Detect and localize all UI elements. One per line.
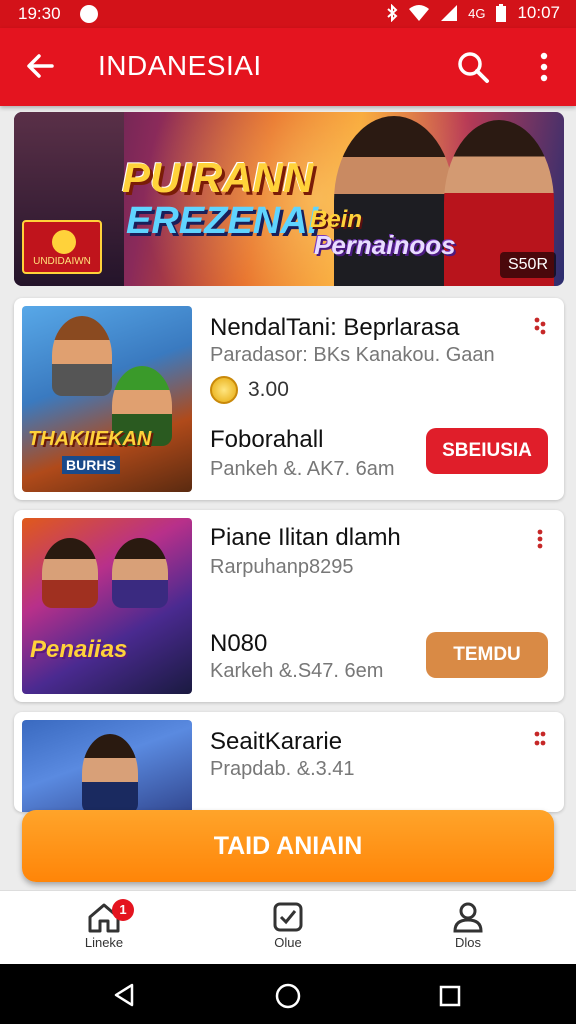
item-title: NendalTani: Beprlarasa [210, 314, 460, 341]
profile-icon [453, 902, 483, 933]
bluetooth-icon [387, 4, 398, 22]
more-options-icon[interactable] [532, 50, 556, 84]
item-menu-icon[interactable] [532, 528, 548, 550]
banner-logo: UNDIDAIWN [22, 220, 102, 274]
item-meta: Karkeh &.S47. 6em [210, 660, 384, 682]
item-subtitle: Rarpuhanp8295 [210, 556, 354, 578]
status-icons: 4G 10:07 [386, 3, 560, 23]
search-icon[interactable] [456, 50, 490, 84]
item-subtitle: Paradasor: BKs Kanakou. Gaan [210, 344, 495, 366]
coin-value: 3.00 [248, 378, 289, 401]
primary-cta-button[interactable]: TAID ANIAIN [22, 810, 554, 882]
checkbox-icon [273, 902, 303, 932]
list-item[interactable]: THAKIIEKAN BURHS NendalTani: Beprlarasa … [14, 298, 564, 500]
thumb-character [82, 734, 138, 812]
nav-label: Lineke [84, 935, 124, 950]
notification-icon [80, 5, 98, 23]
thumb-title: THAKIIEKAN [28, 428, 152, 450]
item-menu-icon[interactable] [532, 316, 548, 338]
thumb-character [112, 538, 168, 608]
item-title: SeaitKararie [210, 728, 343, 755]
item-action-button[interactable]: SBEIUSIA [426, 428, 548, 474]
network-type: 4G [468, 5, 486, 21]
item-menu-icon[interactable] [532, 730, 548, 752]
thumb-character [52, 316, 112, 396]
item-title: Piane Ilitan dlamh [210, 524, 401, 551]
banner-logo-text: UNDIDAIWN [33, 256, 91, 267]
nav-label: Olue [274, 935, 302, 950]
page-title: INDANESIAI [98, 50, 262, 81]
nav-item-profile[interactable]: Dlos [428, 901, 508, 950]
item-thumbnail: THAKIIEKAN BURHS [22, 306, 192, 492]
notification-badge: 1 [112, 899, 134, 921]
nav-item-olue[interactable]: Olue [248, 901, 328, 950]
status-clock: 10:07 [517, 3, 560, 22]
item-thumbnail [22, 720, 192, 812]
thumb-character [42, 538, 98, 608]
list-item[interactable]: SeaitKararie Prapdab. &.3.41 [14, 712, 564, 812]
app-bar: INDANESIAI [0, 28, 576, 106]
battery-icon [496, 4, 507, 22]
item-meta: Pankeh &. AK7. 6am [210, 458, 395, 480]
nav-label: Dlos [454, 935, 481, 950]
coin-icon [210, 376, 238, 404]
system-recents-icon[interactable] [438, 984, 462, 1008]
list-item[interactable]: Penaiias Piane Ilitan dlamh Rarpuhanp829… [14, 510, 564, 702]
item-thumbnail: Penaiias [22, 518, 192, 694]
system-back-icon[interactable] [112, 982, 138, 1008]
promo-banner[interactable]: PUIRANN EREZENAI UNDIDAIWN Bein Pernaino… [14, 112, 564, 286]
item-stat: N080 [210, 630, 268, 657]
banner-tag: S50R [499, 252, 556, 278]
system-navigation-bar [0, 964, 576, 1024]
cell-signal-icon [441, 5, 458, 21]
bottom-navigation: 1 Lineke Olue Dlos [0, 890, 576, 964]
banner-headline-2: EREZENAI [126, 200, 319, 242]
banner-headline-1: PUIRANN [122, 154, 314, 201]
item-action-button[interactable]: TEMDU [426, 632, 548, 678]
item-stat: Foborahall [210, 426, 324, 453]
status-time: 19:30 [18, 4, 61, 23]
system-home-icon[interactable] [274, 982, 302, 1010]
banner-logo-mark-icon [52, 230, 76, 254]
wifi-icon [409, 5, 430, 21]
thumb-title: Penaiias [30, 636, 128, 663]
item-subtitle: Prapdab. &.3.41 [210, 758, 355, 780]
thumb-subtitle: BURHS [62, 456, 120, 474]
banner-sub-2: Pernainoos [314, 230, 456, 260]
nav-item-home[interactable]: 1 Lineke [64, 899, 144, 950]
status-bar: 19:30 4G 10:07 [0, 0, 576, 28]
back-arrow-icon[interactable] [22, 48, 58, 84]
